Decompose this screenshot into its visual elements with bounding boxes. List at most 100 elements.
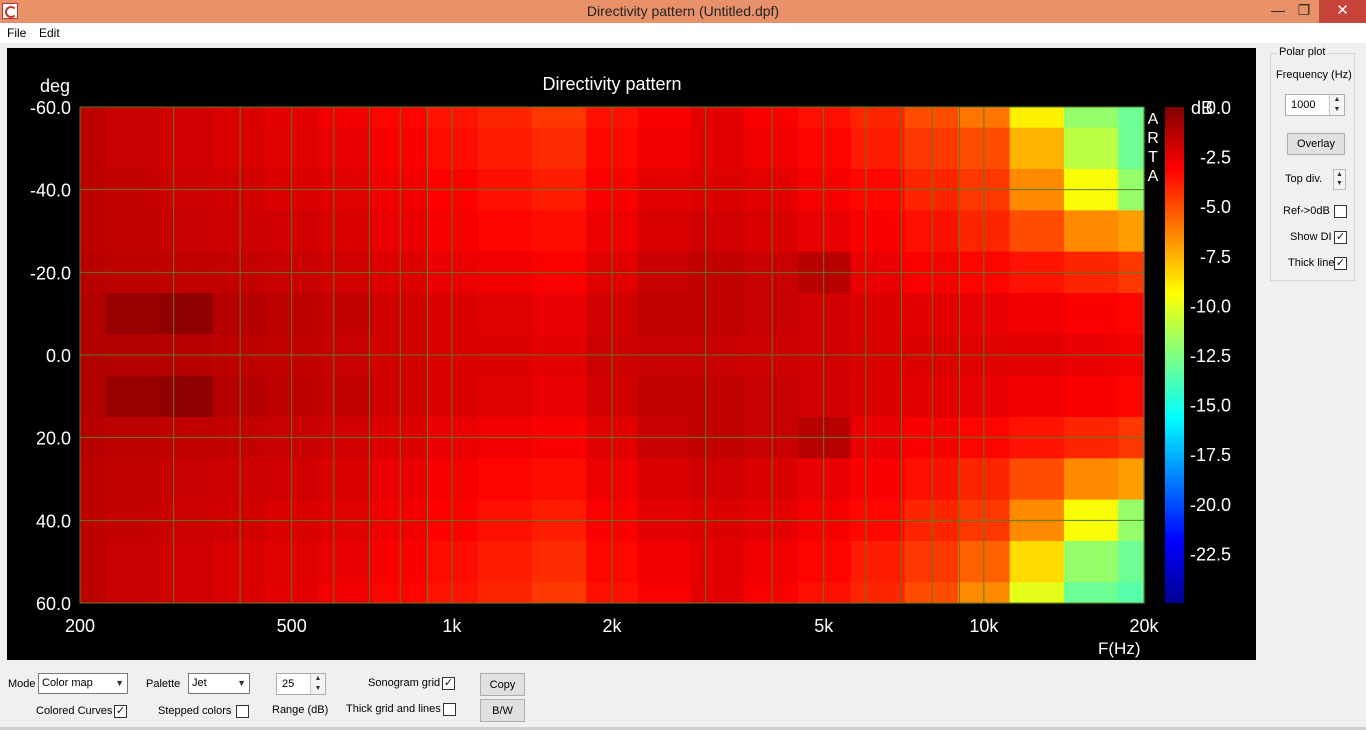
y-tick-label: 60.0 xyxy=(36,594,71,614)
heatmap-cell xyxy=(1118,582,1145,604)
watermark-letter: A xyxy=(1148,111,1159,128)
x-tick-label: 20k xyxy=(1129,616,1159,636)
heatmap-cell xyxy=(1063,458,1119,501)
range-spinbox[interactable]: 25 ▲ ▼ xyxy=(276,673,326,695)
heatmap-cell xyxy=(1009,375,1065,418)
directivity-heatmap-chart: Directivity pattern deg F(Hz) 200 500 1k 2k… xyxy=(30,74,1231,658)
thick-grid-label: Thick grid and lines xyxy=(346,703,441,715)
mode-select[interactable]: Color map ▼ xyxy=(38,673,128,694)
heatmap-cell xyxy=(744,375,799,418)
overlay-button[interactable]: Overlay xyxy=(1287,133,1345,155)
title-bar: Directivity pattern (Untitled.dpf) — ❐ ✕ xyxy=(0,0,1366,23)
heatmap-cell xyxy=(158,107,214,129)
ref-0db-label: Ref->0dB xyxy=(1283,205,1330,217)
x-tick-labels: 200 500 1k 2k 5k 10k 20k xyxy=(65,616,1160,636)
heatmap-cell xyxy=(212,127,267,170)
heatmap-cell xyxy=(1009,127,1065,170)
heatmap-cell xyxy=(744,582,799,604)
frequency-spin-arrows[interactable]: ▲ ▼ xyxy=(1329,95,1344,115)
heatmap-cell xyxy=(80,458,107,501)
heatmap-cell xyxy=(531,458,587,501)
heatmap-cell xyxy=(318,375,374,418)
heatmap-cell xyxy=(372,293,427,335)
heatmap-cell xyxy=(80,541,107,583)
up-arrow-icon[interactable]: ▲ xyxy=(1330,95,1344,105)
stepped-colors-checkbox[interactable] xyxy=(236,705,249,718)
heatmap-cell xyxy=(1009,458,1065,501)
palette-select[interactable]: Jet ▼ xyxy=(188,673,250,694)
directivity-plot-panel: Directivity pattern deg F(Hz) 200 500 1k 2k… xyxy=(7,48,1256,660)
frequency-value: 1000 xyxy=(1291,99,1316,111)
heatmap-cell xyxy=(477,127,533,170)
heatmap-cell xyxy=(797,582,852,604)
heatmap-cell xyxy=(797,107,852,129)
thick-grid-checkbox[interactable] xyxy=(443,703,456,716)
thick-line-checkbox[interactable]: ✓ xyxy=(1334,257,1347,270)
sonogram-grid-checkbox[interactable]: ✓ xyxy=(442,677,455,690)
menu-edit[interactable]: Edit xyxy=(39,26,60,40)
range-spin-arrows[interactable]: ▲ ▼ xyxy=(310,674,325,694)
down-arrow-icon[interactable]: ▼ xyxy=(311,684,325,694)
heatmap-cell xyxy=(318,293,374,335)
restore-button[interactable]: ❐ xyxy=(1290,0,1318,23)
heatmap-cell xyxy=(850,458,906,501)
y-tick-label: -60.0 xyxy=(30,98,71,118)
heatmap-cell xyxy=(637,458,691,501)
menu-file[interactable]: File xyxy=(7,26,26,40)
heatmap-cell xyxy=(744,293,799,335)
heatmap-cell xyxy=(850,210,906,253)
heatmap-cell xyxy=(1063,582,1119,604)
heatmap-cell xyxy=(1118,107,1145,129)
polar-plot-group xyxy=(1270,53,1355,281)
x-tick-label: 2k xyxy=(602,616,622,636)
down-arrow-icon[interactable]: ▼ xyxy=(1330,105,1344,115)
colored-curves-checkbox[interactable]: ✓ xyxy=(114,705,127,718)
ref-0db-checkbox[interactable] xyxy=(1334,205,1347,218)
heatmap-cell xyxy=(904,210,959,253)
heatmap-cell xyxy=(637,375,691,418)
top-div-label: Top div. xyxy=(1285,173,1323,185)
heatmap-cell xyxy=(1118,293,1145,335)
heatmap-cell xyxy=(904,375,959,418)
heatmap-cell xyxy=(531,107,587,129)
heatmap-cell xyxy=(477,107,533,129)
heatmap-cell xyxy=(690,107,746,129)
down-arrow-icon[interactable]: ▼ xyxy=(1334,179,1345,188)
heatmap-cell xyxy=(797,375,852,418)
chevron-down-icon: ▼ xyxy=(115,678,124,688)
x-tick-label: 500 xyxy=(277,616,307,636)
heatmap-cell xyxy=(904,107,959,129)
heatmap-cell xyxy=(850,541,906,583)
heatmap-cell xyxy=(690,375,746,418)
heatmap-cell xyxy=(158,293,214,335)
show-di-label: Show DI xyxy=(1290,231,1332,243)
heatmap-cell xyxy=(212,582,267,604)
heatmap-cell xyxy=(1063,127,1119,170)
heatmap-cell xyxy=(637,293,691,335)
heatmap-cell xyxy=(1118,375,1145,418)
copy-button[interactable]: Copy xyxy=(480,673,525,696)
heatmap-cell xyxy=(158,541,214,583)
heatmap-cell xyxy=(637,582,691,604)
heatmap-cell xyxy=(265,458,320,501)
heatmap-cell xyxy=(1063,541,1119,583)
heatmap-cell xyxy=(265,293,320,335)
x-tick-label: 10k xyxy=(969,616,999,636)
close-button[interactable]: ✕ xyxy=(1319,0,1366,23)
heatmap-cell xyxy=(265,210,320,253)
heatmap-cell xyxy=(637,127,691,170)
heatmap-cell xyxy=(690,127,746,170)
show-di-checkbox[interactable]: ✓ xyxy=(1334,231,1347,244)
heatmap-cell xyxy=(531,293,587,335)
heatmap-cell xyxy=(797,127,852,170)
top-div-spinner[interactable]: ▲ ▼ xyxy=(1333,169,1346,190)
heatmap-cell xyxy=(80,127,107,170)
heatmap-cell xyxy=(318,541,374,583)
frequency-spinbox[interactable]: 1000 ▲ ▼ xyxy=(1285,94,1345,116)
bw-button[interactable]: B/W xyxy=(480,699,525,722)
arta-watermark: ARTA xyxy=(1147,111,1159,185)
heatmap-cell xyxy=(158,210,214,253)
heatmap-cell xyxy=(797,541,852,583)
up-arrow-icon[interactable]: ▲ xyxy=(1334,170,1345,179)
up-arrow-icon[interactable]: ▲ xyxy=(311,674,325,684)
